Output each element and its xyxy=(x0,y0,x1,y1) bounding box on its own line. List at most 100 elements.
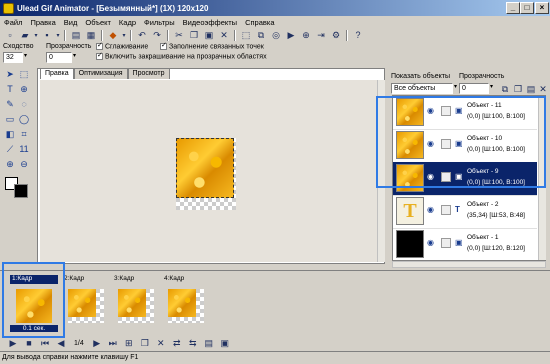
menu-frame[interactable]: Кадр xyxy=(119,18,136,27)
transparency-field[interactable]: 0 xyxy=(46,52,72,63)
delete-frame-icon[interactable]: ✕ xyxy=(154,336,168,350)
marquee-tool-icon[interactable]: ⬚ xyxy=(18,68,30,80)
object-list-hscrollbar[interactable] xyxy=(392,261,546,268)
first-frame-icon[interactable]: ⏮ xyxy=(38,336,52,350)
add-frame-icon[interactable]: ⊞ xyxy=(122,336,136,350)
brush-tool-icon[interactable]: ✎ xyxy=(4,98,16,110)
zoom-icon[interactable]: ⊕ xyxy=(299,28,313,42)
help-icon[interactable]: ? xyxy=(351,28,365,42)
add-image-icon[interactable]: ◆ xyxy=(106,28,120,42)
menu-edit[interactable]: Правка xyxy=(30,18,55,27)
paste-icon[interactable]: ▣ xyxy=(202,28,216,42)
frame-panel-icon[interactable]: ▣ xyxy=(218,336,232,350)
settings-icon[interactable]: ⚙ xyxy=(329,28,343,42)
save-icon[interactable]: ▪ xyxy=(40,28,54,42)
duplicate-frame-icon[interactable]: ❐ xyxy=(138,336,152,350)
zoom-in-icon[interactable]: ⊕ xyxy=(4,158,16,170)
menu-filters[interactable]: Фильтры xyxy=(144,18,175,27)
eyedropper-tool-icon[interactable]: ⟋ xyxy=(4,143,16,155)
preview-browser-icon[interactable]: ◎ xyxy=(269,28,283,42)
close-button[interactable]: × xyxy=(535,2,549,14)
smoothing-option[interactable]: Сглаживание xyxy=(96,41,148,50)
copy-icon[interactable]: ❐ xyxy=(187,28,201,42)
last-frame-icon[interactable]: ⏭ xyxy=(106,336,120,350)
menu-video-effects[interactable]: Видеоэффекты xyxy=(183,18,237,27)
new-file-icon[interactable]: ▫ xyxy=(3,28,17,42)
transparent-fill-option[interactable]: Включить закрашивание на прозрачных обла… xyxy=(96,51,267,60)
image-canvas[interactable] xyxy=(176,138,236,210)
show-objects-dropdown-icon[interactable]: ▾ xyxy=(454,83,457,90)
previous-frame-icon[interactable]: ◀ xyxy=(54,336,68,350)
transparent-fill-checkbox[interactable] xyxy=(96,51,103,60)
menu-object[interactable]: Объект xyxy=(85,18,111,27)
pointer-tool-icon[interactable]: ➤ xyxy=(4,68,16,80)
undo-icon[interactable]: ↶ xyxy=(135,28,149,42)
tab-preview[interactable]: Просмотр xyxy=(127,68,170,79)
dropdown-arrow-icon[interactable]: ▾ xyxy=(121,28,127,42)
frame-properties-icon[interactable]: ▤ xyxy=(202,336,216,350)
frame-icon[interactable]: ▦ xyxy=(84,28,98,42)
fill-points-option[interactable]: Заполнение связанных точек xyxy=(160,41,264,50)
next-frame-icon[interactable]: ▶ xyxy=(90,336,104,350)
smoothing-checkbox[interactable] xyxy=(96,41,103,50)
ellipse-tool-icon[interactable]: ◯ xyxy=(18,113,30,125)
similarity-dropdown-icon[interactable]: ▾ xyxy=(24,52,34,63)
crop-icon[interactable]: ⧉ xyxy=(254,28,268,42)
eye-icon[interactable]: ◉ xyxy=(427,205,437,215)
foreground-color-swatch[interactable] xyxy=(14,184,28,198)
stop-icon[interactable]: ■ xyxy=(22,336,36,350)
frame-item[interactable]: 3:Кадр xyxy=(112,275,160,335)
zoom-out-icon[interactable]: ⊖ xyxy=(18,158,30,170)
similarity-field[interactable]: 32 xyxy=(3,52,23,63)
play-icon[interactable]: ▶ xyxy=(284,28,298,42)
eraser-tool-icon[interactable]: ▭ xyxy=(4,113,16,125)
eye-icon[interactable]: ◉ xyxy=(427,238,437,248)
frame-item[interactable]: 4:Кадр xyxy=(162,275,210,335)
list-item[interactable]: ◉ ▣ Объект - 1 (0,0) [Ш:120, В:120] xyxy=(393,228,537,262)
menu-help[interactable]: Справка xyxy=(245,18,274,27)
selected-object-preview[interactable] xyxy=(176,138,234,198)
lasso-tool-icon[interactable]: ◌ xyxy=(18,98,30,110)
open-file-icon[interactable]: ▰ xyxy=(18,28,32,42)
properties-icon[interactable]: ▤ xyxy=(69,28,83,42)
show-objects-label: Показать объекты xyxy=(391,73,451,80)
export-icon[interactable]: ⇥ xyxy=(314,28,328,42)
dropdown-arrow-icon[interactable]: ▾ xyxy=(55,28,61,42)
show-objects-select[interactable]: Все объекты xyxy=(391,83,453,94)
fill-points-checkbox[interactable] xyxy=(160,41,167,50)
dropdown-arrow-icon[interactable]: ▾ xyxy=(33,28,39,42)
redo-icon[interactable]: ↷ xyxy=(150,28,164,42)
menu-view[interactable]: Вид xyxy=(64,18,78,27)
maximize-button[interactable]: □ xyxy=(520,2,534,14)
cut-icon[interactable]: ✂ xyxy=(172,28,186,42)
tab-edit[interactable]: Правка xyxy=(40,68,74,79)
delete-object-icon[interactable]: ✕ xyxy=(536,82,550,96)
tween-icon[interactable]: ⇄ xyxy=(170,336,184,350)
text-tool-icon[interactable]: T xyxy=(4,83,16,95)
duplicate-object-icon[interactable]: ❐ xyxy=(511,82,525,96)
objects-transparency-dropdown-icon[interactable]: ▾ xyxy=(490,83,493,90)
text-icon: T xyxy=(455,205,460,214)
image-icon: ▣ xyxy=(455,238,463,247)
new-object-icon[interactable]: ⧉ xyxy=(498,82,512,96)
frame-thumbnail-bg xyxy=(118,289,154,323)
frame-item[interactable]: 2:Кадр xyxy=(62,275,110,335)
objects-transparency-field[interactable]: 0 xyxy=(459,83,489,94)
minimize-button[interactable]: _ xyxy=(506,2,520,14)
delete-icon[interactable]: ✕ xyxy=(217,28,231,42)
transparency-dropdown-icon[interactable]: ▾ xyxy=(73,52,83,63)
fill-tool-icon[interactable]: ◧ xyxy=(4,128,16,140)
title-bar: Ulead Gif Animator - [Безымянный*] (1X) … xyxy=(0,0,550,16)
list-item[interactable]: T ◉ T Объект - 2 (35,34) [Ш:53, В:48] xyxy=(393,195,537,229)
menu-file[interactable]: Файл xyxy=(4,18,22,27)
reverse-frames-icon[interactable]: ⇆ xyxy=(186,336,200,350)
lock-icon[interactable] xyxy=(441,238,451,248)
crop-tool-icon[interactable]: ⌗ xyxy=(18,128,30,140)
transform-tool-icon[interactable]: ⊕ xyxy=(18,83,30,95)
lock-icon[interactable] xyxy=(441,205,451,215)
objects-transparency-label: Прозрачность xyxy=(459,73,505,80)
select-all-icon[interactable]: ⬚ xyxy=(239,28,253,42)
tab-optimize[interactable]: Оптимизация xyxy=(73,68,128,79)
play-icon[interactable]: ▶ xyxy=(6,336,20,350)
one-to-one-icon[interactable]: 11 xyxy=(18,143,30,155)
